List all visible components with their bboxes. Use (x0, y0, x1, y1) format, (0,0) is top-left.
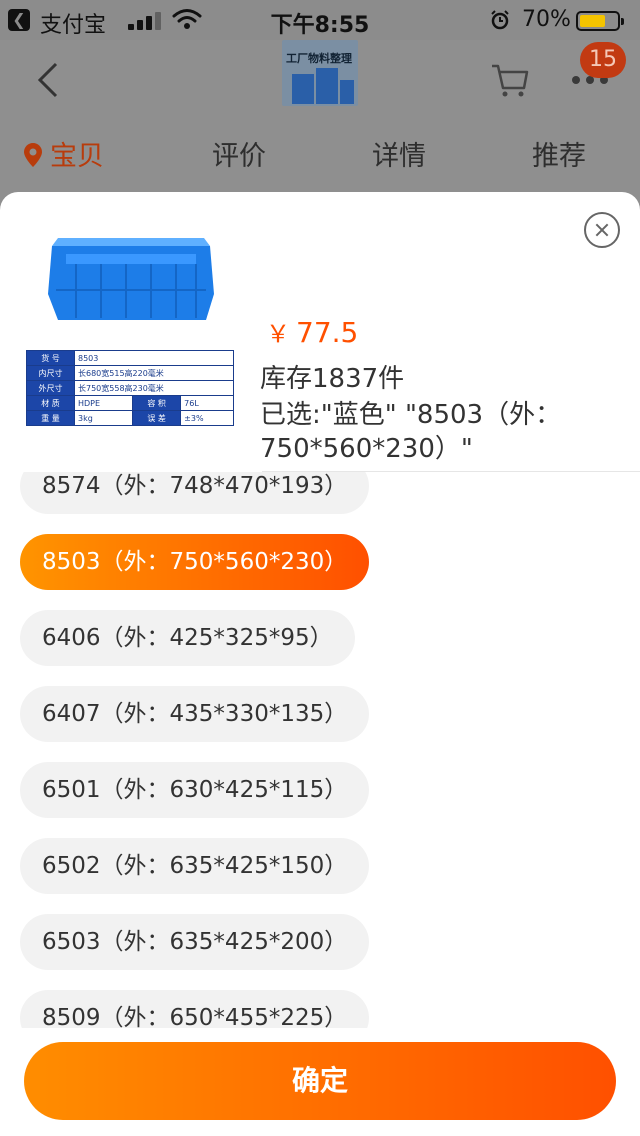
cart-badge: 15 (580, 42, 626, 78)
size-option[interactable]: 6501（外：630*425*115） (20, 762, 370, 818)
close-icon[interactable] (584, 212, 620, 248)
spec-label: 容 积 (132, 395, 182, 411)
tab-label: 评价 (212, 141, 266, 172)
spec-label: 误 差 (132, 410, 182, 426)
tab-item[interactable]: 详情 (372, 134, 426, 173)
tab-label: 推荐 (532, 141, 586, 172)
tab-label: 详情 (372, 141, 426, 172)
spec-table: 货 号 8503 内尺寸 长680宽515高220毫米 外尺寸 长750宽558… (26, 350, 234, 426)
size-option[interactable]: 6406（外：425*325*95） (20, 610, 355, 666)
spec-label: 内尺寸 (26, 365, 75, 381)
spec-label: 重 量 (26, 410, 75, 426)
crate-image (48, 238, 214, 320)
size-option[interactable]: 8574（外：748*470*193） (20, 472, 370, 514)
tab-bar: 宝贝 评价 详情 推荐 (0, 120, 640, 192)
size-option[interactable]: 6407（外：435*330*135） (20, 686, 370, 742)
tab-item[interactable]: 推荐 (532, 134, 586, 173)
spec-value: 8503 (74, 350, 234, 366)
price-symbol: ￥ (266, 320, 290, 348)
spec-row: 重 量 3kg 误 差 ±3% (26, 410, 234, 426)
spec-value: 长680宽515高220毫米 (74, 365, 234, 381)
status-bar: ❮ 支付宝 下午8:55 70% (0, 0, 640, 40)
sku-selector-sheet: 货 号 8503 内尺寸 长680宽515高220毫米 外尺寸 长750宽558… (0, 192, 640, 1136)
battery-icon (576, 11, 624, 31)
product-image[interactable]: 货 号 8503 内尺寸 长680宽515高220毫米 外尺寸 长750宽558… (24, 222, 238, 432)
tab-item[interactable]: 宝贝 (24, 134, 104, 173)
price: ￥ 77.5 (266, 314, 358, 349)
confirm-button[interactable]: 确定 (24, 1042, 616, 1120)
spec-value: 长750宽558高230毫米 (74, 380, 234, 396)
stock-count: 库存1837件 (260, 364, 405, 394)
selected-variant-text: 已选:"蓝色" "8503（外：750*560*230）" (260, 400, 562, 464)
cart-icon[interactable] (490, 60, 530, 100)
battery-fill (580, 15, 605, 27)
size-option[interactable]: 8509（外：650*455*225） (20, 990, 370, 1028)
header-product-thumbnail: 工厂物料整理 (282, 40, 358, 106)
spec-value: HDPE (73, 395, 134, 411)
thumb-text: 工厂物料整理 (286, 52, 352, 65)
alarm-icon (491, 10, 509, 30)
location-pin-icon (24, 143, 42, 167)
spec-row: 材 质 HDPE 容 积 76L (26, 395, 234, 411)
size-option[interactable]: 6502（外：635*425*150） (20, 838, 370, 894)
battery-percent: 70% (522, 7, 571, 32)
spec-row: 内尺寸 长680宽515高220毫米 (26, 365, 234, 381)
size-option[interactable]: 6503（外：635*425*200） (20, 914, 370, 970)
price-value: 77.5 (296, 316, 359, 349)
spec-label: 外尺寸 (26, 380, 75, 396)
spec-value: 76L (180, 395, 234, 411)
spec-value: 3kg (73, 410, 134, 426)
header: 工厂物料整理 15 (0, 40, 640, 120)
spec-row: 货 号 8503 (26, 350, 234, 366)
size-option-selected[interactable]: 8503（外：750*560*230） (20, 534, 370, 590)
spec-label: 货 号 (26, 350, 75, 366)
tab-label: 宝贝 (50, 141, 104, 172)
spec-row: 外尺寸 长750宽558高230毫米 (26, 380, 234, 396)
spec-label: 材 质 (26, 395, 75, 411)
tab-item[interactable]: 评价 (212, 134, 266, 173)
size-option-list: 8574（外：748*470*193） 8503（外：750*560*230） … (0, 472, 640, 1028)
spec-value: ±3% (180, 410, 234, 426)
back-arrow-icon[interactable] (34, 62, 64, 98)
